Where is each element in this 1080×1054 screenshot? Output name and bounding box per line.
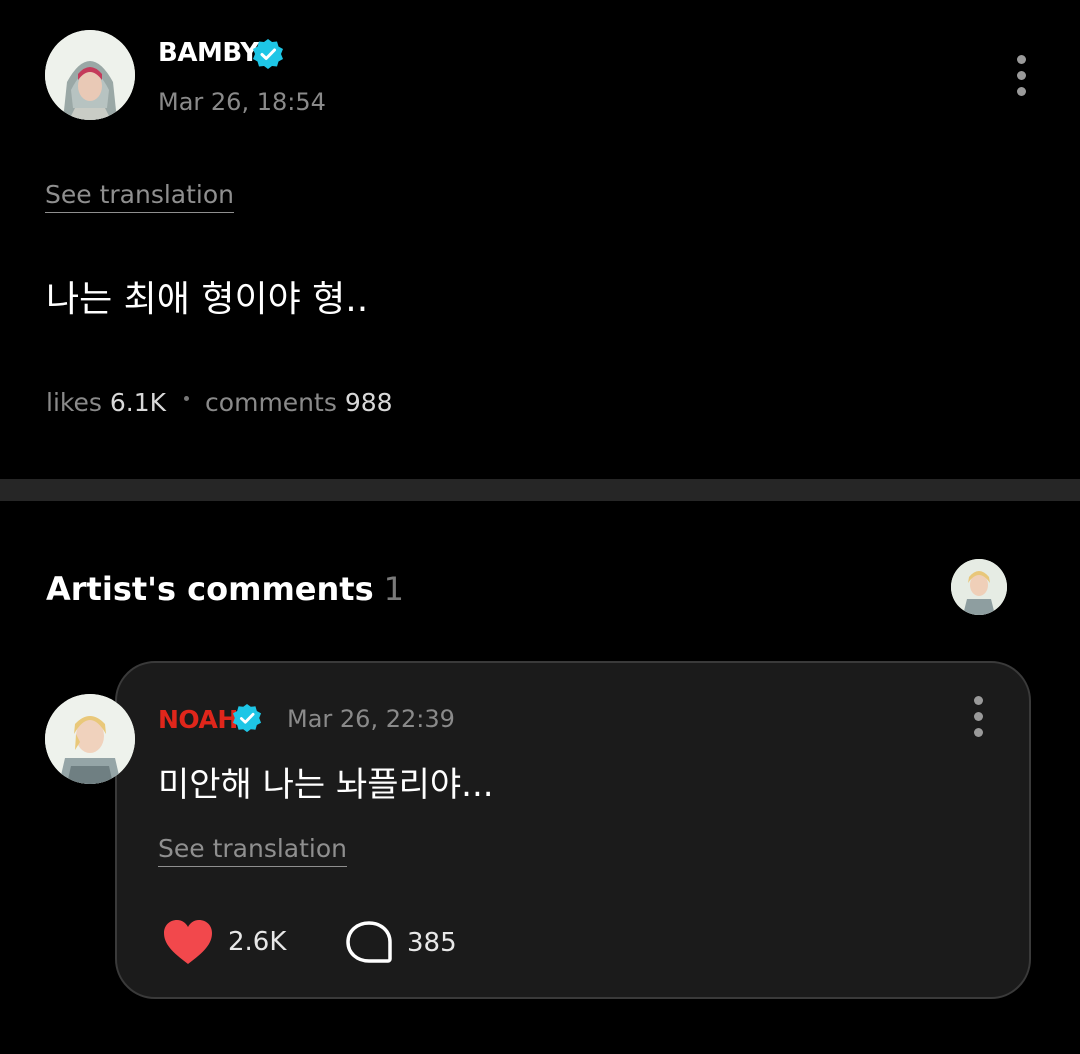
- comment-more-options-icon[interactable]: [963, 686, 993, 746]
- dot: [973, 695, 983, 705]
- commenter-avatar-noah[interactable]: [45, 694, 135, 784]
- post-body-text: 나는 최애 형이야 형..: [46, 279, 369, 320]
- post-author-name[interactable]: BAMBY: [158, 38, 259, 68]
- dot: [973, 727, 983, 737]
- section-divider: [0, 479, 1080, 501]
- post-more-options-icon[interactable]: [1006, 45, 1036, 105]
- artist-comments-count: 1: [383, 570, 404, 608]
- dot: [973, 711, 983, 721]
- comment-see-translation-link[interactable]: See translation: [158, 834, 348, 867]
- like-count: 2.6K: [228, 927, 287, 957]
- stats-separator: [184, 396, 190, 401]
- comment-author-name[interactable]: NOAH: [158, 705, 238, 734]
- post-stats: likes 6.1K comments 988: [46, 388, 393, 417]
- dot: [1016, 70, 1026, 80]
- likes-label: likes: [46, 388, 102, 417]
- artist-comments-heading: Artist's comments 1: [46, 570, 404, 608]
- post-see-translation-link[interactable]: See translation: [45, 180, 235, 213]
- comment-bubble-icon: [346, 921, 392, 963]
- comment-timestamp: Mar 26, 22:39: [287, 705, 455, 733]
- heart-icon: [164, 920, 212, 964]
- dot: [1016, 54, 1026, 64]
- like-button[interactable]: 2.6K: [162, 918, 286, 966]
- verified-badge-icon: [253, 39, 283, 69]
- reply-button[interactable]: 385: [345, 920, 457, 966]
- comments-count[interactable]: 988: [345, 388, 393, 417]
- comment-body-text: 미안해 나는 놔플리야...: [158, 765, 494, 805]
- comments-label: comments: [205, 388, 337, 417]
- dot: [1016, 86, 1026, 96]
- artist-comments-avatar[interactable]: [951, 559, 1007, 615]
- reply-count: 385: [407, 928, 457, 958]
- post-timestamp: Mar 26, 18:54: [158, 88, 326, 116]
- likes-count[interactable]: 6.1K: [110, 388, 166, 417]
- author-avatar-bamby[interactable]: [45, 30, 135, 120]
- artist-comments-title: Artist's comments: [46, 570, 374, 608]
- verified-badge-icon: [232, 703, 262, 733]
